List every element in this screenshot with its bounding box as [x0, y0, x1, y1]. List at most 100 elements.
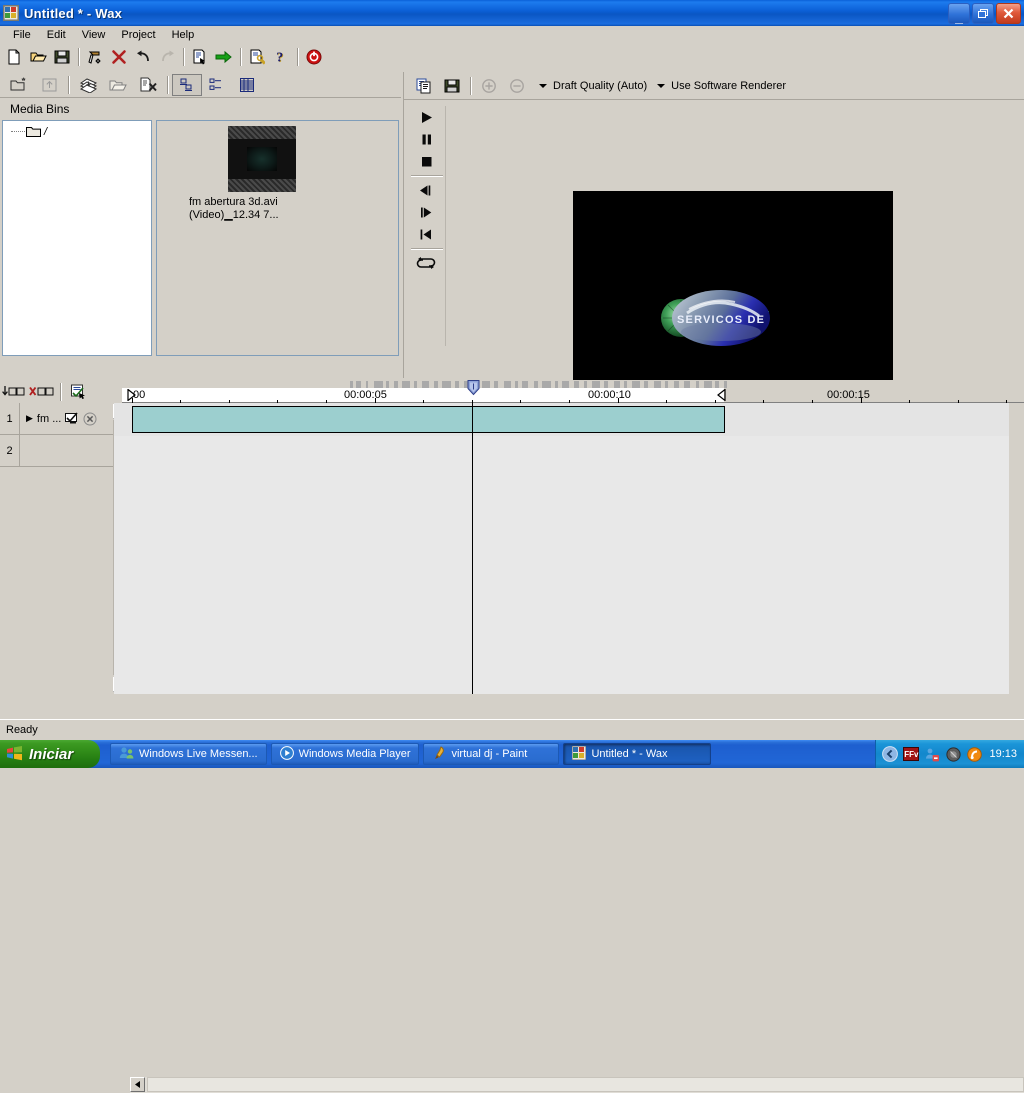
pause-button[interactable] — [409, 128, 443, 150]
delete-item-button[interactable] — [107, 46, 131, 68]
open-bin-icon[interactable] — [103, 74, 133, 96]
media-thumbnail[interactable] — [228, 126, 296, 192]
track-header-2[interactable]: 2 — [0, 435, 113, 467]
step-back-button[interactable] — [409, 179, 443, 201]
media-pool-panel: Media Bins / fm abertura 3d.avi (Video)▁… — [0, 72, 401, 453]
status-text: Ready — [6, 724, 38, 736]
thumb-letterbox-top — [228, 126, 296, 139]
render-export-button[interactable] — [212, 46, 236, 68]
build-project-button[interactable] — [83, 46, 107, 68]
update-icon[interactable] — [966, 746, 982, 762]
media-bin-contents[interactable]: fm abertura 3d.avi (Video)▁12.34 7... — [156, 120, 399, 356]
ruler-out-marker-icon[interactable] — [717, 388, 726, 404]
volume-icon[interactable] — [945, 746, 961, 762]
chevron-down-icon — [657, 83, 666, 88]
stop-button[interactable] — [409, 150, 443, 172]
start-button[interactable]: Iniciar — [0, 740, 100, 768]
scroll-left-button[interactable] — [130, 1077, 145, 1092]
media-bins-header: Media Bins — [0, 99, 401, 119]
tray-expand-icon[interactable] — [882, 746, 899, 762]
list-view-icon[interactable] — [202, 74, 232, 96]
save-frame-button[interactable] — [438, 74, 466, 98]
taskbar-item-paint[interactable]: virtual dj - Paint — [423, 743, 560, 765]
ruler-label-5: 00:00:05 — [344, 389, 387, 401]
menu-view[interactable]: View — [74, 28, 114, 42]
toolbar-separator — [183, 48, 184, 66]
timeline-clip[interactable] — [132, 406, 725, 433]
taskbar-buttons: Windows Live Messen... Windows Media Pla… — [110, 743, 712, 765]
new-bin-icon[interactable] — [4, 74, 34, 96]
zoom-out-button[interactable] — [503, 74, 531, 98]
menu-help[interactable]: Help — [164, 28, 203, 42]
details-view-icon[interactable] — [232, 74, 262, 96]
remove-media-icon[interactable] — [133, 74, 163, 96]
remove-track-icon[interactable] — [28, 381, 56, 402]
taskbar-item-label: Windows Live Messen... — [139, 748, 258, 760]
taskbar-item-wmp[interactable]: Windows Media Player — [270, 743, 420, 765]
loop-button[interactable] — [409, 252, 443, 274]
open-project-button[interactable] — [26, 46, 50, 68]
add-track-icon[interactable] — [0, 381, 28, 402]
preview-video-area[interactable]: SERVICOS DE — [446, 102, 1024, 433]
start-button-label: Iniciar — [29, 745, 74, 763]
redo-button[interactable] — [155, 46, 179, 68]
menu-project[interactable]: Project — [113, 28, 163, 42]
track-properties-icon[interactable] — [65, 381, 93, 402]
track-header-1[interactable]: 1 ▶ fm ... — [0, 403, 113, 435]
new-project-button[interactable] — [2, 46, 26, 68]
quality-dropdown[interactable]: Draft Quality (Auto) — [537, 80, 655, 92]
preview-panel: Draft Quality (Auto) Use Software Render… — [403, 72, 1024, 433]
toolbar-separator — [470, 76, 471, 95]
ruler-scale[interactable]: 00 00:00:05 00:00:10 00:00:15 — [122, 388, 1024, 403]
step-forward-button[interactable] — [409, 201, 443, 223]
main-toolbar: ?? — [0, 45, 1024, 69]
media-item[interactable]: fm abertura 3d.avi (Video)▁12.34 7... — [187, 126, 337, 222]
minimize-button[interactable]: _ — [948, 2, 970, 24]
bin-tree-item-root[interactable]: / — [3, 121, 151, 138]
timeline-track-row-2[interactable] — [114, 436, 1009, 694]
timeline-panel: 1 ▶ fm ... 2 00 00:00:05 00:00:10 00:00:… — [0, 380, 1024, 1093]
abort-button[interactable] — [302, 46, 326, 68]
track-enable-icon[interactable] — [65, 412, 79, 425]
track-close-icon[interactable] — [83, 412, 97, 426]
zoom-in-button[interactable] — [475, 74, 503, 98]
undo-button[interactable] — [131, 46, 155, 68]
taskbar-item-wax[interactable]: Untitled * - Wax — [563, 743, 712, 765]
up-folder-icon[interactable] — [34, 74, 64, 96]
tray-clock[interactable]: 19:13 — [989, 748, 1017, 760]
track-headers: 1 ▶ fm ... 2 — [0, 403, 114, 694]
settings-button[interactable] — [245, 46, 269, 68]
timeline-horizontal-scrollbar[interactable] — [130, 1077, 1024, 1093]
renderer-dropdown[interactable]: Use Software Renderer — [655, 80, 794, 92]
timeline-tracks-area[interactable] — [114, 403, 1009, 694]
playhead-handle[interactable] — [466, 380, 480, 396]
timeline-track-row-1[interactable] — [114, 403, 1009, 436]
restore-button[interactable] — [972, 2, 994, 24]
import-media-icon[interactable] — [73, 74, 103, 96]
messenger-tray-icon[interactable] — [924, 746, 940, 762]
svg-text:SERVICOS DE: SERVICOS DE — [677, 314, 765, 326]
ffdshow-icon[interactable]: FFv — [903, 746, 920, 762]
toolbar-separator — [60, 382, 61, 401]
taskbar-item-messenger[interactable]: Windows Live Messen... — [110, 743, 267, 765]
save-project-button[interactable] — [50, 46, 74, 68]
messenger-icon — [119, 746, 134, 763]
go-to-start-button[interactable] — [409, 223, 443, 245]
project-properties-button[interactable] — [188, 46, 212, 68]
menu-edit[interactable]: Edit — [39, 28, 74, 42]
thumbnail-view-icon[interactable] — [172, 73, 202, 96]
copy-frame-button[interactable] — [410, 74, 438, 98]
media-bin-toolbar — [0, 72, 401, 98]
track-label: fm ... — [36, 412, 62, 425]
play-button[interactable] — [409, 106, 443, 128]
wax-app-icon — [571, 745, 587, 763]
menu-file[interactable]: File — [5, 28, 39, 42]
close-button[interactable] — [996, 2, 1021, 24]
status-bar: Ready — [0, 719, 1024, 740]
preview-toolbar: Draft Quality (Auto) Use Software Render… — [404, 72, 1024, 100]
track-expander-icon[interactable]: ▶ — [26, 413, 33, 424]
title-bar: Untitled * - Wax _ — [0, 0, 1024, 26]
media-bins-tree[interactable]: / — [2, 120, 152, 356]
timeline-ruler[interactable]: 00 00:00:05 00:00:10 00:00:15 — [122, 380, 1024, 403]
help-button[interactable]: ?? — [269, 46, 293, 68]
